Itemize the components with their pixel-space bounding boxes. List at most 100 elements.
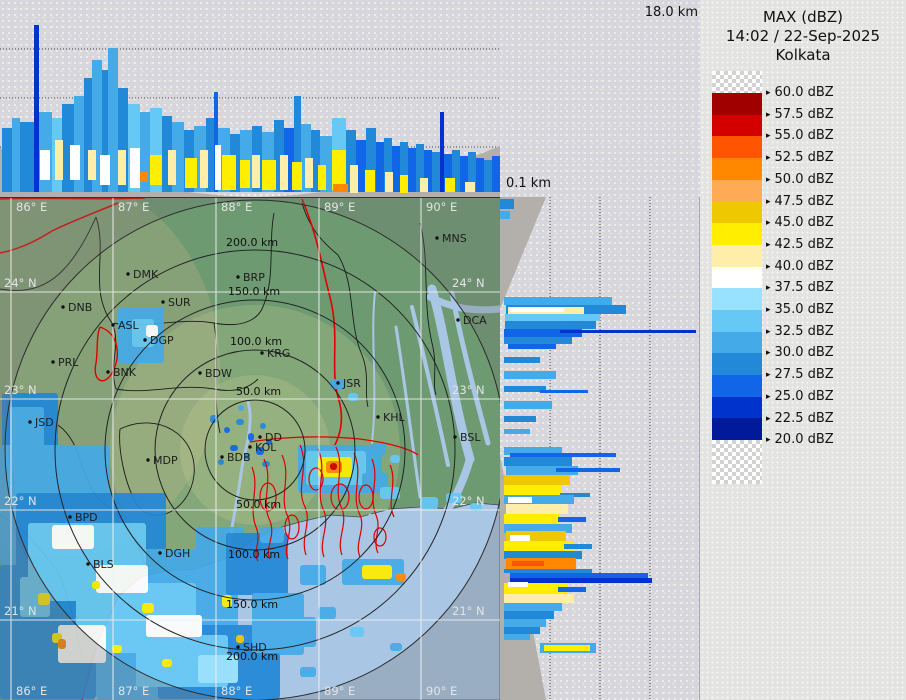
station-dot bbox=[236, 645, 239, 648]
station-label: KOL bbox=[255, 441, 277, 454]
profile-bar bbox=[512, 561, 544, 566]
lon-label: 87° E bbox=[118, 200, 149, 214]
station-dot bbox=[456, 318, 459, 321]
tick-arrow-icon: ▸ bbox=[766, 240, 771, 250]
echo-rect bbox=[238, 405, 244, 411]
profile-bar bbox=[558, 517, 586, 522]
tick-value: 32.5 dBZ bbox=[775, 324, 834, 339]
legend-tick: ▸50.0 dBZ bbox=[766, 172, 834, 187]
legend-band bbox=[712, 115, 762, 137]
tick-arrow-icon: ▸ bbox=[766, 153, 771, 163]
side-height-profile-panel bbox=[500, 197, 700, 700]
echo-rect bbox=[218, 459, 224, 465]
station-label: BDW bbox=[205, 367, 232, 380]
station-label: JSR bbox=[342, 377, 361, 390]
lon-label: 86° E bbox=[16, 684, 47, 698]
tick-value: 25.0 dBZ bbox=[775, 389, 834, 404]
legend-tick: ▸37.5 dBZ bbox=[766, 280, 834, 295]
legend-band bbox=[712, 201, 762, 223]
legend-band bbox=[712, 71, 762, 93]
profile-core bbox=[40, 150, 50, 180]
profile-bar bbox=[408, 148, 416, 192]
profile-bar bbox=[2, 128, 12, 192]
profile-bar bbox=[510, 308, 564, 312]
station-label: SUR bbox=[168, 296, 191, 309]
profile-bar bbox=[504, 619, 546, 627]
station-dot bbox=[376, 415, 379, 418]
profile-bar bbox=[484, 160, 492, 192]
profile-bar bbox=[510, 453, 616, 457]
tick-value: 55.0 dBZ bbox=[775, 128, 834, 143]
station-dot bbox=[61, 305, 64, 308]
radar-site-name: Kolkata bbox=[700, 46, 906, 65]
station-dot bbox=[68, 515, 71, 518]
profile-bar bbox=[504, 429, 530, 434]
profile-bar bbox=[504, 611, 554, 619]
profile-core bbox=[350, 165, 358, 193]
profile-bar bbox=[504, 401, 552, 409]
profile-core bbox=[200, 150, 208, 188]
station-label: PRL bbox=[58, 356, 79, 369]
profile-bar bbox=[392, 146, 400, 192]
profile-core bbox=[185, 158, 197, 188]
legend-band bbox=[712, 375, 762, 397]
tick-arrow-icon: ▸ bbox=[766, 327, 771, 337]
profile-core bbox=[400, 175, 408, 193]
station-label: JSD bbox=[34, 416, 54, 429]
station-label: KRG bbox=[267, 347, 290, 360]
tick-value: 52.5 dBZ bbox=[775, 150, 834, 165]
lon-label: 88° E bbox=[221, 684, 252, 698]
station-label: KHL bbox=[383, 411, 405, 424]
profile-core bbox=[130, 148, 140, 188]
profile-bar bbox=[558, 587, 586, 592]
station-dot bbox=[161, 300, 164, 303]
station-label: BNK bbox=[113, 366, 137, 379]
legend-color-bar bbox=[712, 71, 762, 484]
station-dot bbox=[111, 323, 114, 326]
tick-value: 45.0 dBZ bbox=[775, 215, 834, 230]
station-label: SHD bbox=[243, 641, 267, 654]
legend-tick: ▸ 52.5 dBZ bbox=[766, 150, 834, 165]
echo-rect bbox=[260, 423, 266, 429]
tick-value: 30.0 dBZ bbox=[775, 345, 834, 360]
profile-bar bbox=[492, 156, 500, 192]
profile-bar bbox=[504, 551, 582, 559]
echo-rect bbox=[348, 393, 358, 401]
profile-core bbox=[70, 145, 80, 180]
range-ring-label: 50.0 km bbox=[236, 385, 281, 398]
legend-tick: ▸42.5 dBZ bbox=[766, 237, 834, 252]
lon-label: 89° E bbox=[324, 684, 355, 698]
range-ring-label: 150.0 km bbox=[228, 285, 280, 298]
profile-core bbox=[168, 150, 176, 185]
lat-label: 23° N bbox=[4, 383, 37, 397]
profile-bar bbox=[376, 142, 384, 192]
profile-core bbox=[252, 155, 260, 188]
echo-rect bbox=[372, 443, 386, 455]
tick-arrow-icon: ▸ bbox=[766, 435, 771, 445]
echo-rect bbox=[396, 573, 406, 581]
echo-rect bbox=[162, 659, 172, 667]
profile-core bbox=[385, 172, 393, 192]
echo-rect bbox=[248, 433, 254, 441]
height-axis-min-label: 0.1 km bbox=[506, 176, 551, 191]
legend-band bbox=[712, 93, 762, 115]
profile-bar bbox=[556, 468, 620, 472]
lon-label: 90° E bbox=[426, 200, 457, 214]
profile-core bbox=[305, 158, 313, 188]
profile-bar bbox=[504, 457, 572, 466]
profile-bar bbox=[504, 634, 530, 640]
tick-arrow-icon: ▸ bbox=[766, 131, 771, 141]
profile-core bbox=[445, 178, 455, 192]
echo-rect bbox=[236, 419, 244, 425]
legend-tick: ▸ 25.0 dBZ bbox=[766, 389, 834, 404]
tick-arrow-icon: ▸ bbox=[766, 392, 771, 402]
profile-bar bbox=[506, 504, 568, 514]
profile-core bbox=[222, 155, 236, 190]
echo-rect bbox=[52, 525, 94, 549]
legend-tick: ▸40.0 dBZ bbox=[766, 259, 834, 274]
lat-label: 21° N bbox=[4, 604, 37, 618]
lat-label: 23° N bbox=[452, 383, 485, 397]
tick-value: 47.5 dBZ bbox=[775, 194, 834, 209]
station-dot bbox=[258, 435, 261, 438]
station-dot bbox=[435, 236, 438, 239]
